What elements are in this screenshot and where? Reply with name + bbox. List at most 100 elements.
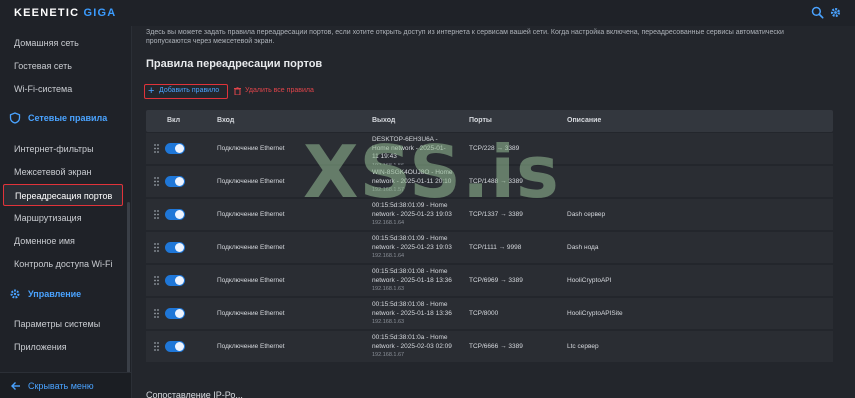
rule-entry: Подключение Ethernet: [217, 211, 285, 218]
column-header-description: Описание: [567, 117, 602, 124]
sidebar-item-domain-name[interactable]: Доменное имя: [0, 230, 130, 252]
table-row[interactable]: Подключение Ethernet 00:15:5d:38:01:08 - …: [146, 264, 833, 296]
keenetic-logo[interactable]: KEENETIC GIGA: [14, 7, 116, 19]
rule-description: Dash нода: [567, 244, 599, 251]
rule-exit-line: DESKTOP-6EH3U6A -: [372, 136, 438, 143]
rule-entry: Подключение Ethernet: [217, 310, 285, 317]
sidebar: Домашняя сеть Гостевая сеть Wi-Fi-систем…: [0, 26, 132, 398]
table-row[interactable]: Подключение Ethernet 00:15:5d:38:01:09 - …: [146, 231, 833, 263]
rule-exit-line: network - 2025-01-11 20:10: [372, 177, 452, 185]
collapse-menu-label: Скрывать меню: [28, 381, 94, 391]
sidebar-item-guest-network[interactable]: Гостевая сеть: [0, 55, 130, 77]
table-row[interactable]: Подключение Ethernet 00:15:5d:38:01:09 - …: [146, 198, 833, 230]
rule-exit-ip: 192.168.1.64: [372, 220, 405, 226]
rule-exit-line: network - 2025-01-23 19:03: [372, 210, 452, 218]
rule-exit-line: network - 2025-01-18 13:36: [372, 276, 452, 284]
sidebar-section-label: Управление: [28, 289, 82, 299]
sidebar-section-network-rules[interactable]: Сетевые правила: [0, 107, 130, 129]
toggle-knob: [175, 243, 184, 252]
column-header-ports: Порты: [469, 117, 492, 124]
drag-handle-icon[interactable]: [154, 177, 160, 186]
rule-description: HooliCryptoAPISite: [567, 310, 623, 317]
rule-exit-line: 00:15:5d:38:01:0a - Home: [372, 334, 448, 341]
rule-description: Ltc сервер: [567, 343, 599, 350]
rule-ports: TCP/8000: [469, 310, 499, 317]
rule-exit-line: 00:15:5d:38:01:08 - Home: [372, 268, 448, 275]
rule-enabled-toggle[interactable]: [165, 176, 185, 187]
top-bar: KEENETIC GIGA: [0, 0, 855, 26]
table-row[interactable]: Подключение Ethernet DESKTOP-6EH3U6A - Hom…: [146, 132, 833, 169]
rule-entry: Подключение Ethernet: [217, 145, 285, 152]
rule-exit: WIN-8SGK4OUJ8O - Home network - 2025-01-1…: [372, 169, 453, 195]
drag-handle-icon[interactable]: [154, 309, 160, 318]
drag-handle-icon[interactable]: [154, 243, 160, 252]
toggle-knob: [175, 276, 184, 285]
sidebar-item-wifi-system[interactable]: Wi-Fi-система: [0, 78, 130, 100]
sidebar-section-management[interactable]: Управление: [0, 283, 130, 305]
rule-exit-line: Home network - 2025-01-: [372, 144, 446, 152]
rule-exit-ip: 192.168.1.67: [372, 352, 405, 358]
sidebar-item-firewall[interactable]: Межсетевой экран: [0, 161, 130, 183]
logo-main: KEENETIC: [14, 7, 80, 19]
page-title: Правила переадресации портов: [146, 58, 323, 70]
rule-enabled-toggle[interactable]: [165, 209, 185, 220]
toggle-knob: [175, 210, 184, 219]
toggle-knob: [175, 144, 184, 153]
next-section-title: Сопоставление IP-Ро...: [146, 390, 243, 398]
sidebar-item-applications[interactable]: Приложения: [0, 336, 130, 358]
rule-ports: TCP/228 → 3389: [469, 145, 520, 152]
rule-exit-line: network - 2025-02-03 02:09: [372, 342, 452, 350]
gear-icon[interactable]: [829, 6, 842, 19]
rule-enabled-toggle[interactable]: [165, 143, 185, 154]
rule-enabled-toggle[interactable]: [165, 341, 185, 352]
rule-ports: TCP/1488 → 3389: [469, 178, 523, 185]
collapse-menu-button[interactable]: Скрывать меню: [0, 372, 131, 398]
search-icon[interactable]: [811, 6, 824, 19]
sidebar-item-port-forwarding[interactable]: Переадресация портов: [3, 184, 123, 206]
sidebar-item-wifi-access-control[interactable]: Контроль доступа Wi-Fi: [0, 253, 130, 275]
rule-enabled-toggle[interactable]: [165, 242, 185, 253]
table-row[interactable]: Подключение Ethernet 00:15:5d:38:01:08 - …: [146, 297, 833, 329]
sidebar-item-internet-filters[interactable]: Интернет-фильтры: [0, 138, 130, 160]
rule-ports: TCP/1111 → 9998: [469, 244, 522, 251]
table-header: Вкл Вход Выход Порты Описание: [146, 110, 833, 132]
gear-icon: [10, 289, 20, 299]
rule-exit: 00:15:5d:38:01:0a - Home network - 2025-0…: [372, 334, 452, 360]
rule-exit: 00:15:5d:38:01:08 - Home network - 2025-0…: [372, 268, 452, 294]
toggle-knob: [175, 342, 184, 351]
table-row[interactable]: Подключение Ethernet WIN-8SGK4OUJ8O - Hom…: [146, 165, 833, 197]
add-rule-button[interactable]: + Добавить правило: [144, 84, 228, 99]
add-rule-label: Добавить правило: [159, 87, 220, 94]
column-header-entry: Вход: [217, 117, 235, 124]
table-row[interactable]: Подключение Ethernet 00:15:5d:38:01:0a - …: [146, 330, 833, 362]
sidebar-item-system-settings[interactable]: Параметры системы: [0, 313, 130, 335]
rule-exit-line: network - 2025-01-23 19:03: [372, 243, 452, 251]
main-content: Здесь вы можете задать правила переадрес…: [132, 26, 855, 398]
toggle-knob: [175, 309, 184, 318]
rule-exit: 00:15:5d:38:01:09 - Home network - 2025-0…: [372, 235, 452, 261]
drag-handle-icon[interactable]: [154, 210, 160, 219]
logo-model: GIGA: [83, 7, 117, 19]
plus-icon: +: [148, 85, 155, 97]
column-header-enabled: Вкл: [167, 117, 181, 124]
sidebar-item-home-network[interactable]: Домашняя сеть: [0, 32, 130, 54]
rule-exit-ip: 192.168.1.64: [372, 253, 405, 259]
rule-enabled-toggle[interactable]: [165, 308, 185, 319]
rule-exit-line: 00:15:5d:38:01:09 - Home: [372, 235, 448, 242]
drag-handle-icon[interactable]: [154, 342, 160, 351]
rule-exit: 00:15:5d:38:01:08 - Home network - 2025-0…: [372, 301, 452, 327]
rule-description: HooliCryptoAPI: [567, 277, 612, 284]
sidebar-item-routing[interactable]: Маршрутизация: [0, 207, 130, 229]
sidebar-scrollbar[interactable]: [127, 202, 130, 392]
rule-exit-line: 00:15:5d:38:01:09 - Home: [372, 202, 448, 209]
drag-handle-icon[interactable]: [154, 144, 160, 153]
sidebar-section-label: Сетевые правила: [28, 113, 108, 123]
rule-exit: 00:15:5d:38:01:09 - Home network - 2025-0…: [372, 202, 452, 228]
rule-exit-line: 11 19:43: [372, 153, 397, 160]
delete-all-rules-button[interactable]: Удалить все правила: [234, 84, 314, 98]
drag-handle-icon[interactable]: [154, 276, 160, 285]
rule-entry: Подключение Ethernet: [217, 178, 285, 185]
rule-entry: Подключение Ethernet: [217, 277, 285, 284]
rule-enabled-toggle[interactable]: [165, 275, 185, 286]
rule-ports: TCP/1337 → 3389: [469, 211, 523, 218]
